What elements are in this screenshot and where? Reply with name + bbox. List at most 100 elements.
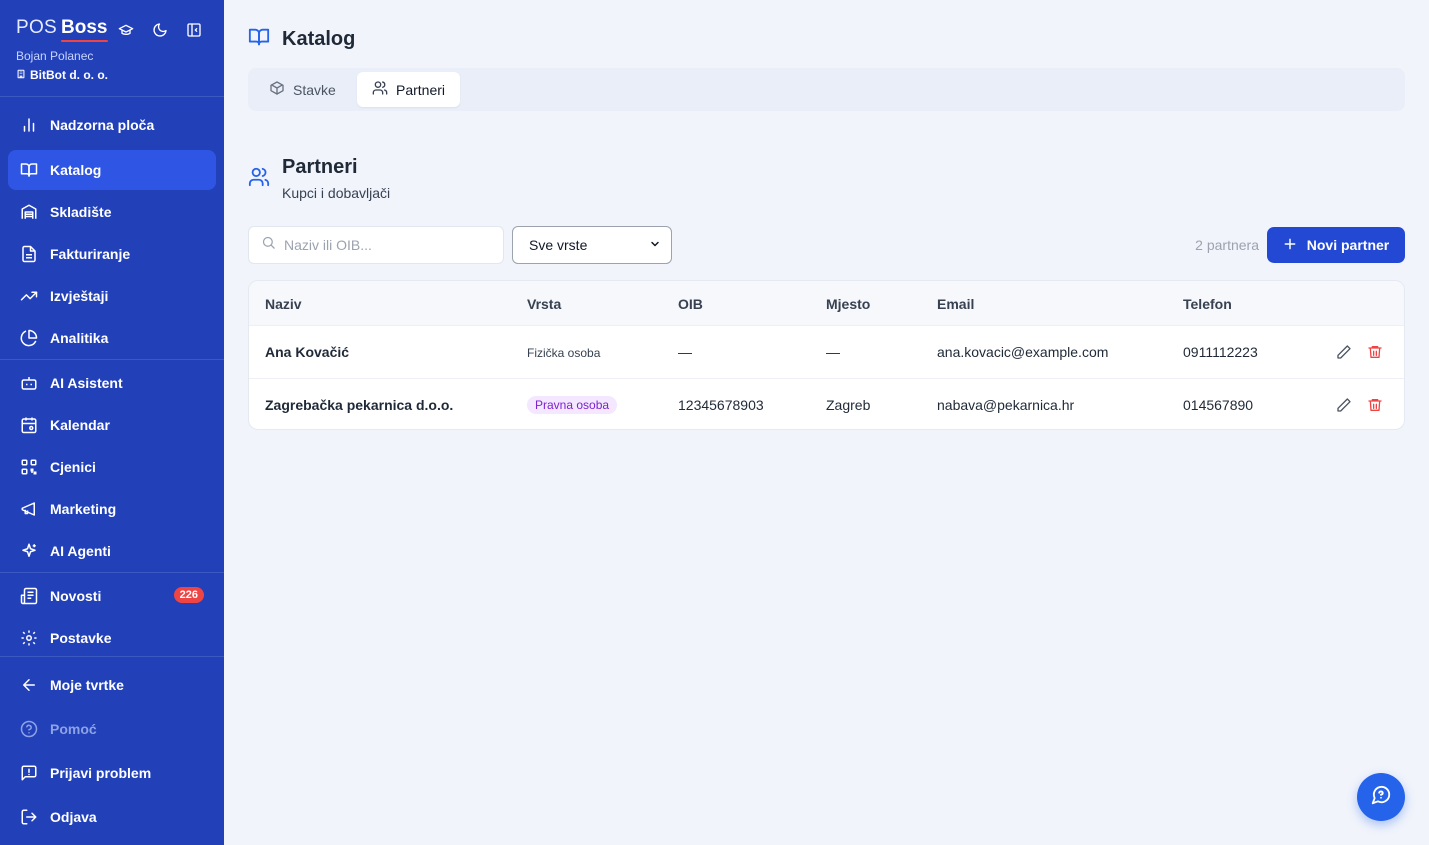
sidebar-collapse-icon[interactable] (184, 20, 204, 40)
table-row[interactable]: Ana Kovačić Fizička osoba — — ana.kovaci… (249, 326, 1404, 378)
cell-telefon: 0911112223 (1183, 344, 1258, 360)
cell-mjesto: — (826, 344, 840, 360)
sidebar-item-cjenici[interactable]: Cjenici (8, 447, 216, 487)
brand-logo: POS Boss (16, 17, 108, 42)
users-icon (248, 166, 270, 201)
table-header: Naziv Vrsta OIB Mjesto Email Telefon (249, 281, 1404, 326)
sidebar-item-label: AI Asistent (50, 375, 123, 391)
company-name: BitBot d. o. o. (16, 68, 108, 82)
brand-boss: Boss (61, 17, 108, 42)
trending-up-icon (20, 287, 38, 305)
sidebar-item-postavke[interactable]: Postavke (8, 618, 216, 658)
section-subtitle: Kupci i dobavljači (282, 185, 391, 201)
cell-email: nabava@pekarnica.hr (937, 397, 1075, 413)
new-partner-button[interactable]: Novi partner (1267, 227, 1405, 263)
sidebar-item-label: Odjava (50, 809, 97, 825)
building-icon (16, 68, 26, 82)
users-icon (372, 80, 388, 99)
sidebar-item-label: Novosti (50, 588, 102, 604)
trash-icon[interactable] (1366, 396, 1384, 414)
newspaper-icon (20, 587, 38, 605)
cell-naziv: Zagrebačka pekarnica d.o.o. (265, 397, 454, 413)
help-chat-button[interactable] (1357, 773, 1405, 821)
partners-table: Naziv Vrsta OIB Mjesto Email Telefon Ana… (248, 280, 1405, 430)
sidebar-item-label: Skladište (50, 204, 112, 220)
sidebar-item-kalendar[interactable]: Kalendar (8, 405, 216, 445)
sidebar-divider (0, 359, 224, 360)
graduation-cap-icon[interactable] (116, 20, 136, 40)
sidebar-item-ai-asistent[interactable]: AI Asistent (8, 363, 216, 403)
column-header: Mjesto (826, 296, 871, 312)
sidebar-item-label: Analitika (50, 330, 109, 346)
page-header: Katalog (248, 26, 355, 53)
sidebar-item-analitika[interactable]: Analitika (8, 318, 216, 358)
search-icon (261, 235, 276, 255)
column-header: Telefon (1183, 296, 1232, 312)
chat-help-icon (1370, 784, 1392, 811)
sidebar-item-label: Kalendar (50, 417, 110, 433)
column-header: Vrsta (527, 296, 562, 312)
edit-icon[interactable] (1335, 396, 1353, 414)
cell-naziv: Ana Kovačić (265, 344, 350, 360)
sidebar-item-nadzorna-ploca[interactable]: Nadzorna ploča (8, 105, 216, 145)
brand-pos: POS (16, 17, 58, 38)
sidebar-item-marketing[interactable]: Marketing (8, 489, 216, 529)
plus-icon (1283, 237, 1297, 254)
sidebar-item-label: Nadzorna ploča (50, 117, 155, 133)
type-filter-select[interactable]: Sve vrste (512, 226, 672, 264)
sidebar-item-katalog[interactable]: Katalog (8, 150, 216, 190)
logout-icon (20, 808, 38, 826)
user-name: Bojan Polanec (16, 49, 94, 63)
sidebar-item-ai-agenti[interactable]: AI Agenti (8, 531, 216, 571)
calendar-icon (20, 416, 38, 434)
section-title: Partneri (282, 156, 358, 178)
column-header: OIB (678, 296, 703, 312)
bar-chart-icon (20, 116, 38, 134)
sidebar-item-odjava[interactable]: Odjava (8, 797, 216, 837)
sidebar-item-skladiste[interactable]: Skladište (8, 192, 216, 232)
sidebar-item-label: Postavke (50, 630, 112, 646)
type-badge: Pravna osoba (527, 396, 618, 414)
tab-partneri[interactable]: Partneri (357, 72, 461, 107)
sidebar-item-fakturiranje[interactable]: Fakturiranje (8, 234, 216, 274)
tab-label: Stavke (293, 81, 336, 98)
select-value: Sve vrste (529, 237, 588, 253)
package-icon (269, 80, 285, 99)
sidebar-item-pomoc[interactable]: Pomoć (8, 709, 216, 749)
file-text-icon (20, 245, 38, 263)
notification-badge: 226 (173, 587, 204, 603)
bot-icon (20, 374, 38, 392)
cell-telefon: 014567890 (1183, 397, 1254, 413)
tab-bar: Stavke Partneri (248, 68, 1405, 111)
sidebar-item-label: Katalog (50, 162, 102, 178)
sidebar-item-label: Marketing (50, 501, 117, 517)
moon-icon[interactable] (150, 20, 170, 40)
search-input[interactable] (284, 237, 484, 253)
pie-chart-icon (20, 329, 38, 347)
sidebar-divider (0, 656, 224, 657)
sidebar-item-moje-tvrtke[interactable]: Moje tvrtke (8, 665, 216, 705)
table-row[interactable]: Zagrebačka pekarnica d.o.o. Pravna osoba… (249, 378, 1404, 429)
settings-icon (20, 629, 38, 647)
qr-code-icon (20, 458, 38, 476)
section-header: Partneri Kupci i dobavljači (248, 156, 390, 201)
sidebar-item-novosti[interactable]: Novosti 226 (8, 576, 216, 616)
sidebar-item-prijavi-problem[interactable]: Prijavi problem (8, 753, 216, 793)
new-partner-label: Novi partner (1306, 237, 1390, 253)
tab-stavke[interactable]: Stavke (254, 72, 351, 107)
column-header: Email (937, 296, 975, 312)
sidebar-item-label: Izvještaji (50, 288, 109, 304)
sidebar-item-label: Moje tvrtke (50, 677, 124, 693)
page-title: Katalog (282, 28, 356, 50)
search-field[interactable] (248, 226, 504, 264)
sidebar-item-izvjestaji[interactable]: Izvještaji (8, 276, 216, 316)
sidebar-item-label: AI Agenti (50, 543, 111, 559)
column-header: Naziv (265, 296, 302, 312)
help-circle-icon (20, 720, 38, 738)
company-label: BitBot d. o. o. (30, 68, 108, 82)
cell-oib: 12345678903 (678, 397, 764, 413)
edit-icon[interactable] (1335, 343, 1353, 361)
trash-icon[interactable] (1366, 343, 1384, 361)
sidebar: POS Boss Bojan Polanec BitBot d. o. o. N… (0, 0, 224, 845)
message-alert-icon (20, 764, 38, 782)
